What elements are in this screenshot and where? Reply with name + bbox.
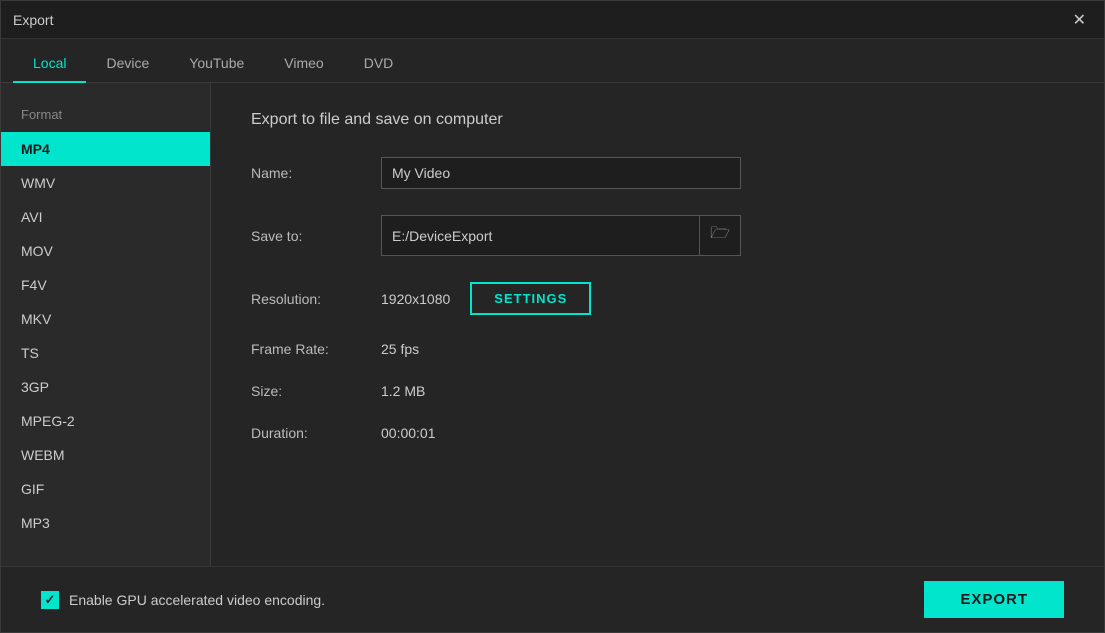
export-window: Export ✕ Local Device YouTube Vimeo DVD … [0, 0, 1105, 633]
bottom-bar: Enable GPU accelerated video encoding. E… [1, 566, 1104, 632]
sidebar-item-ts[interactable]: TS [1, 336, 210, 370]
window-title: Export [13, 12, 53, 28]
tab-device[interactable]: Device [86, 45, 169, 83]
frame-rate-label: Frame Rate: [251, 341, 381, 357]
close-button[interactable]: ✕ [1067, 8, 1092, 32]
gpu-checkbox-wrapper[interactable]: Enable GPU accelerated video encoding. [41, 591, 325, 609]
size-row: Size: 1.2 MB [251, 383, 1064, 399]
sidebar-item-wmv[interactable]: WMV [1, 166, 210, 200]
gpu-checkbox-label: Enable GPU accelerated video encoding. [69, 592, 325, 608]
sidebar-item-mpeg2[interactable]: MPEG-2 [1, 404, 210, 438]
save-to-label: Save to: [251, 228, 381, 244]
duration-label: Duration: [251, 425, 381, 441]
settings-button[interactable]: SETTINGS [470, 282, 591, 315]
sidebar-item-webm[interactable]: WEBM [1, 438, 210, 472]
duration-value: 00:00:01 [381, 425, 436, 441]
sidebar-item-mov[interactable]: MOV [1, 234, 210, 268]
save-to-input[interactable] [382, 221, 699, 251]
save-to-row: Save to: 🗁 [251, 215, 1064, 256]
main-panel: Export to file and save on computer Name… [211, 83, 1104, 566]
sidebar-item-mp3[interactable]: MP3 [1, 506, 210, 540]
gpu-checkbox[interactable] [41, 591, 59, 609]
sidebar-item-mp4[interactable]: MP4 [1, 132, 210, 166]
name-label: Name: [251, 165, 381, 181]
save-to-wrapper: 🗁 [381, 215, 741, 256]
size-value: 1.2 MB [381, 383, 425, 399]
export-button[interactable]: EXPORT [924, 581, 1064, 618]
tab-dvd[interactable]: DVD [344, 45, 414, 83]
frame-rate-row: Frame Rate: 25 fps [251, 341, 1064, 357]
tab-vimeo[interactable]: Vimeo [264, 45, 343, 83]
title-bar: Export ✕ [1, 1, 1104, 39]
resolution-value: 1920x1080 [381, 291, 450, 307]
format-label: Format [1, 101, 210, 132]
resolution-row: Resolution: 1920x1080 SETTINGS [251, 282, 1064, 315]
name-row: Name: [251, 157, 1064, 189]
duration-row: Duration: 00:00:01 [251, 425, 1064, 441]
sidebar-item-f4v[interactable]: F4V [1, 268, 210, 302]
frame-rate-value: 25 fps [381, 341, 419, 357]
sidebar-item-mkv[interactable]: MKV [1, 302, 210, 336]
folder-icon: 🗁 [710, 225, 730, 242]
sidebar-item-3gp[interactable]: 3GP [1, 370, 210, 404]
sidebar-item-gif[interactable]: GIF [1, 472, 210, 506]
tab-youtube[interactable]: YouTube [169, 45, 264, 83]
sidebar: Format MP4 WMV AVI MOV F4V MKV TS 3GP MP… [1, 83, 211, 566]
size-label: Size: [251, 383, 381, 399]
name-input[interactable] [381, 157, 741, 189]
tab-bar: Local Device YouTube Vimeo DVD [1, 39, 1104, 83]
sidebar-item-avi[interactable]: AVI [1, 200, 210, 234]
resolution-label: Resolution: [251, 291, 381, 307]
tab-local[interactable]: Local [13, 45, 86, 83]
folder-button[interactable]: 🗁 [699, 216, 740, 255]
content-area: Format MP4 WMV AVI MOV F4V MKV TS 3GP MP… [1, 83, 1104, 566]
panel-title: Export to file and save on computer [251, 111, 1064, 129]
